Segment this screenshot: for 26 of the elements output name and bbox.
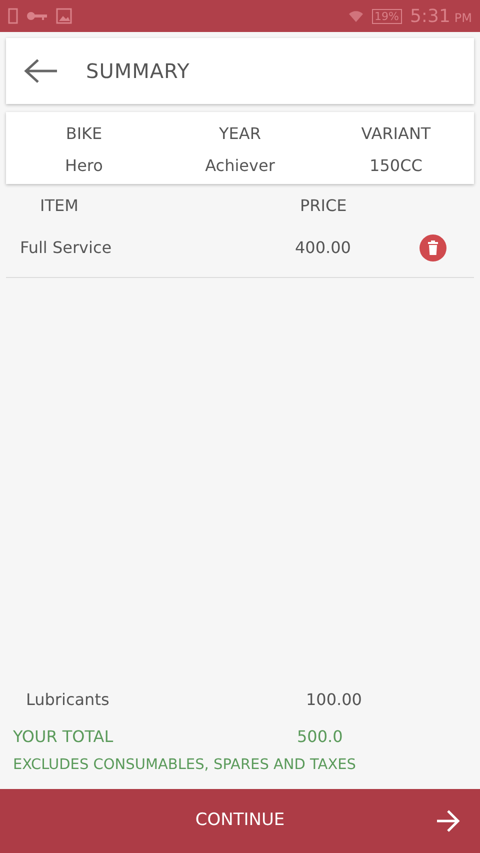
clock-time: 5:31 bbox=[410, 4, 450, 28]
total-value: 500.0 bbox=[297, 726, 343, 748]
extra-item: Lubricants bbox=[26, 690, 110, 710]
column-header: PRICE bbox=[300, 196, 347, 215]
column-value: Achiever bbox=[205, 155, 275, 177]
column-label: VARIANT bbox=[361, 123, 431, 145]
key-icon bbox=[26, 11, 48, 21]
column-label: BIKE bbox=[66, 123, 102, 145]
arrow-right-icon bbox=[436, 809, 460, 833]
column-value: Hero bbox=[65, 155, 103, 177]
column-label: YEAR bbox=[219, 123, 261, 145]
page-title: SUMMARY bbox=[86, 58, 190, 85]
clock-period: PM bbox=[454, 10, 472, 26]
trash-icon[interactable] bbox=[419, 234, 447, 262]
back-icon[interactable] bbox=[24, 58, 58, 84]
disclaimer-text: EXCLUDES CONSUMABLES, SPARES AND TAXES bbox=[12, 756, 357, 776]
total-label: YOUR TOTAL bbox=[13, 727, 114, 746]
continue-button[interactable]: CONTINUE bbox=[0, 789, 480, 853]
battery-indicator: 19% bbox=[372, 8, 402, 24]
column-header: ITEM bbox=[40, 196, 78, 215]
wifi-icon bbox=[348, 9, 364, 23]
image-icon bbox=[56, 8, 72, 24]
extra-price: 100.00 bbox=[306, 689, 362, 712]
table-cell: Full Service bbox=[20, 238, 112, 256]
table-cell: 400.00 bbox=[295, 238, 351, 256]
column-value: 150CC bbox=[370, 155, 422, 177]
